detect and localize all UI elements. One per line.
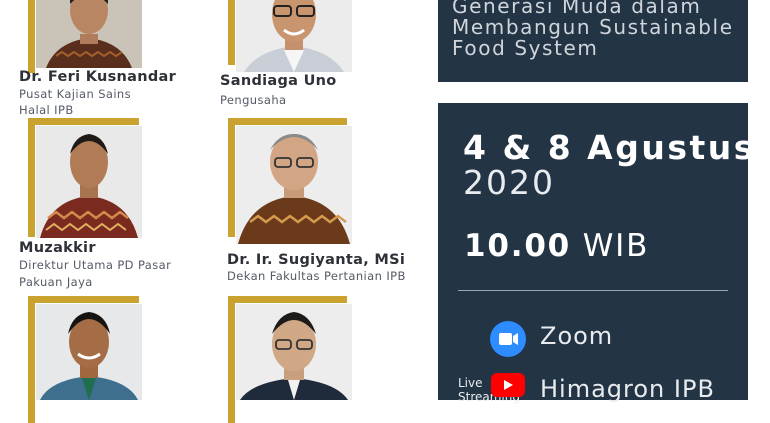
- speaker-photo-5: [36, 304, 142, 400]
- speaker-role-3-line-1: Direktur Utama PD Pasar: [19, 258, 172, 272]
- zoom-label: Zoom: [540, 322, 614, 350]
- event-title-line-3: Food System: [452, 36, 599, 60]
- speaker-name-3: Muzakkir: [19, 240, 96, 256]
- speaker-photo-sandiaga: [236, 0, 352, 72]
- speaker-name-2: Sandiaga Uno: [220, 73, 337, 89]
- speaker-photo-muzakkir: [36, 126, 142, 238]
- speaker-role-1-line-2: Halal IPB: [19, 103, 74, 117]
- event-time-zone: WIB: [582, 228, 650, 264]
- speaker-photo-6: [236, 304, 352, 400]
- youtube-channel-label: Himagron IPB: [540, 375, 715, 403]
- event-title-line-2: Membangun Sustainable: [452, 15, 734, 39]
- speaker-photo-sugiyanta: [236, 126, 352, 244]
- speaker-role-2-line-1: Pengusaha: [220, 93, 287, 107]
- speaker-photo-feri: [36, 0, 142, 68]
- event-date: 4 & 8 Agustus: [463, 128, 756, 167]
- event-time-value: 10.00: [464, 228, 572, 264]
- speaker-name-1: Dr. Feri Kusnandar: [19, 69, 177, 85]
- speaker-role-3-line-2: Pakuan Jaya: [19, 275, 93, 289]
- zoom-icon: [490, 321, 526, 357]
- youtube-icon: [491, 373, 525, 397]
- details-divider: [458, 290, 728, 291]
- speaker-role-4-line-1: Dekan Fakultas Pertanian IPB: [227, 269, 406, 283]
- event-year: 2020: [463, 163, 555, 202]
- event-time: 10.00 WIB: [464, 228, 649, 264]
- speaker-name-4: Dr. Ir. Sugiyanta, MSi: [227, 252, 406, 268]
- speaker-role-1-line-1: Pusat Kajian Sains: [19, 87, 132, 101]
